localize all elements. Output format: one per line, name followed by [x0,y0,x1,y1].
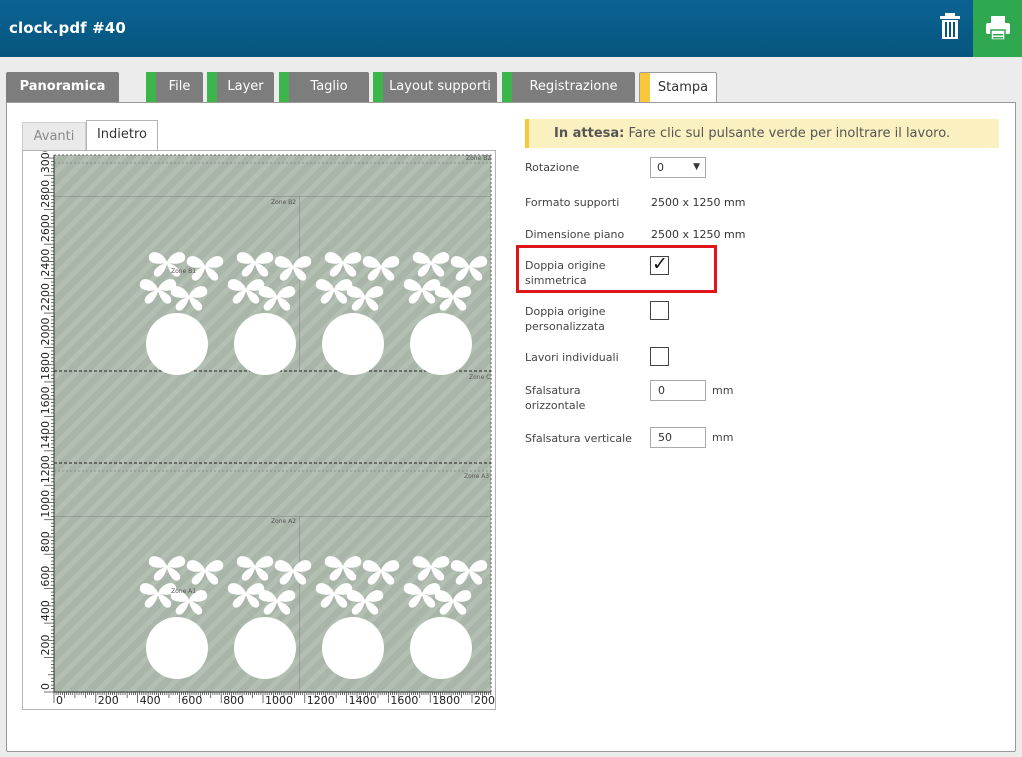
tab-taglio[interactable]: Taglio [279,72,369,102]
x-tick-label: 1800 [432,694,460,707]
tab-label: File [168,79,191,94]
x-tick-label: 2000 [474,694,495,707]
trash-icon[interactable] [936,10,968,44]
tab-front[interactable]: Avanti [22,122,86,150]
layout-preview[interactable]: Zone B2 Zone B2 Zone B1 Zone C Zone A3 Z… [22,150,496,710]
status-label: In attesa: [554,126,625,141]
tab-label: Layout supporti [389,79,491,94]
label-line: Doppia origine [525,305,606,318]
rotation-label: Rotazione [525,161,580,174]
tab-back[interactable]: Indietro [86,120,158,151]
zone-label: Zone B2 [271,199,296,206]
double-origin-custom-label: Doppia origine personalizzata [525,304,635,334]
tab-label: Layer [227,79,264,94]
label-line: orizzontale [525,399,586,412]
tab-layer[interactable]: Layer [207,72,274,102]
title-bar: clock.pdf #40 [0,0,1022,57]
media-format-value: 2500 x 1250 mm [651,196,746,209]
window-title: clock.pdf #40 [9,19,126,37]
table-size-label: Dimensione piano [525,228,625,241]
offset-h-input[interactable]: 0 [650,380,706,401]
vertical-ruler: 0 200 400 600 800 1000 1200 1400 1600 1800 2000 220… [39,151,54,693]
y-tick-label: 3000 [39,151,52,173]
zone-label: Zone B1 [171,268,196,275]
x-tick-label: 1200 [307,694,335,707]
tab-panoramica[interactable]: Panoramica [6,72,119,102]
y-tick-label: 600 [39,566,52,587]
y-tick-label: 200 [39,635,52,656]
x-tick-label: 1400 [349,694,377,707]
tab-layout-supporti[interactable]: Layout supporti [373,72,497,102]
status-message: Fare clic sul pulsante verde per inoltra… [628,126,951,141]
zone-label: Zone A1 [171,588,196,595]
zone-label: Zone C [469,374,490,381]
table-size-value: 2500 x 1250 mm [651,228,746,241]
x-tick-label: 1000 [265,694,293,707]
tab-registrazione[interactable]: Registrazione [502,72,635,102]
tab-label: Registrazione [529,79,618,94]
status-stripe [640,73,650,103]
y-tick-label: 2800 [39,180,52,208]
single-jobs-checkbox[interactable] [650,347,669,366]
y-tick-label: 1400 [39,421,52,449]
status-banner: In attesa: Fare clic sul pulsante verde … [525,119,999,148]
print-button[interactable] [973,0,1022,57]
y-tick-label: 2400 [39,249,52,277]
status-stripe [279,72,289,102]
single-jobs-label: Lavori individuali [525,351,619,364]
x-tick-label: 400 [140,694,161,707]
status-stripe [207,72,217,102]
x-tick-label: 600 [181,694,202,707]
y-tick-label: 1200 [39,455,52,483]
zone-label: Zone A3 [464,473,489,480]
y-tick-label: 800 [39,531,52,552]
media-format-label: Formato supporti [525,196,620,209]
chevron-down-icon: ▼ [693,162,700,172]
offset-h-label: Sfalsatura orizzontale [525,383,635,413]
y-tick-label: 2600 [39,214,52,242]
y-tick-label: 1600 [39,386,52,414]
label-line: personalizzata [525,320,605,333]
label-line: Sfalsatura [525,384,581,397]
offset-h-unit: mm [712,384,734,397]
horizontal-ruler: 0200400600800100012001400160018002000220… [53,692,495,707]
printer-icon [986,16,1010,41]
y-tick-label: 2000 [39,318,52,346]
offset-v-unit: mm [712,431,734,444]
rotation-value: 0 [657,161,664,174]
y-tick-label: 0 [39,683,52,690]
y-tick-label: 2200 [39,283,52,311]
double-origin-custom-checkbox[interactable] [650,301,669,320]
rotation-select[interactable]: 0 ▼ [650,157,706,178]
x-tick-label: 0 [56,694,63,707]
y-tick-label: 400 [39,600,52,621]
media-area [54,155,491,692]
x-tick-label: 800 [223,694,244,707]
offset-v-label: Sfalsatura verticale [525,432,632,445]
status-stripe [502,72,512,102]
x-tick-label: 200 [98,694,119,707]
highlight-box [516,245,717,293]
y-tick-label: 1000 [39,490,52,518]
x-tick-label: 1600 [390,694,418,707]
tab-label: Panoramica [19,79,106,94]
tab-file[interactable]: File [146,72,203,102]
zone-label: Zone A2 [271,518,296,525]
status-stripe [146,72,156,102]
offset-v-input[interactable]: 50 [650,427,706,448]
tab-stampa[interactable]: Stampa [639,72,717,103]
status-stripe [373,72,383,102]
tab-label: Stampa [657,80,709,95]
y-tick-label: 1800 [39,352,52,380]
tab-label: Taglio [310,79,348,94]
zone-label: Zone B2 [466,155,491,162]
main-tabs: Panoramica File Layer Taglio Layout supp… [0,72,1022,103]
